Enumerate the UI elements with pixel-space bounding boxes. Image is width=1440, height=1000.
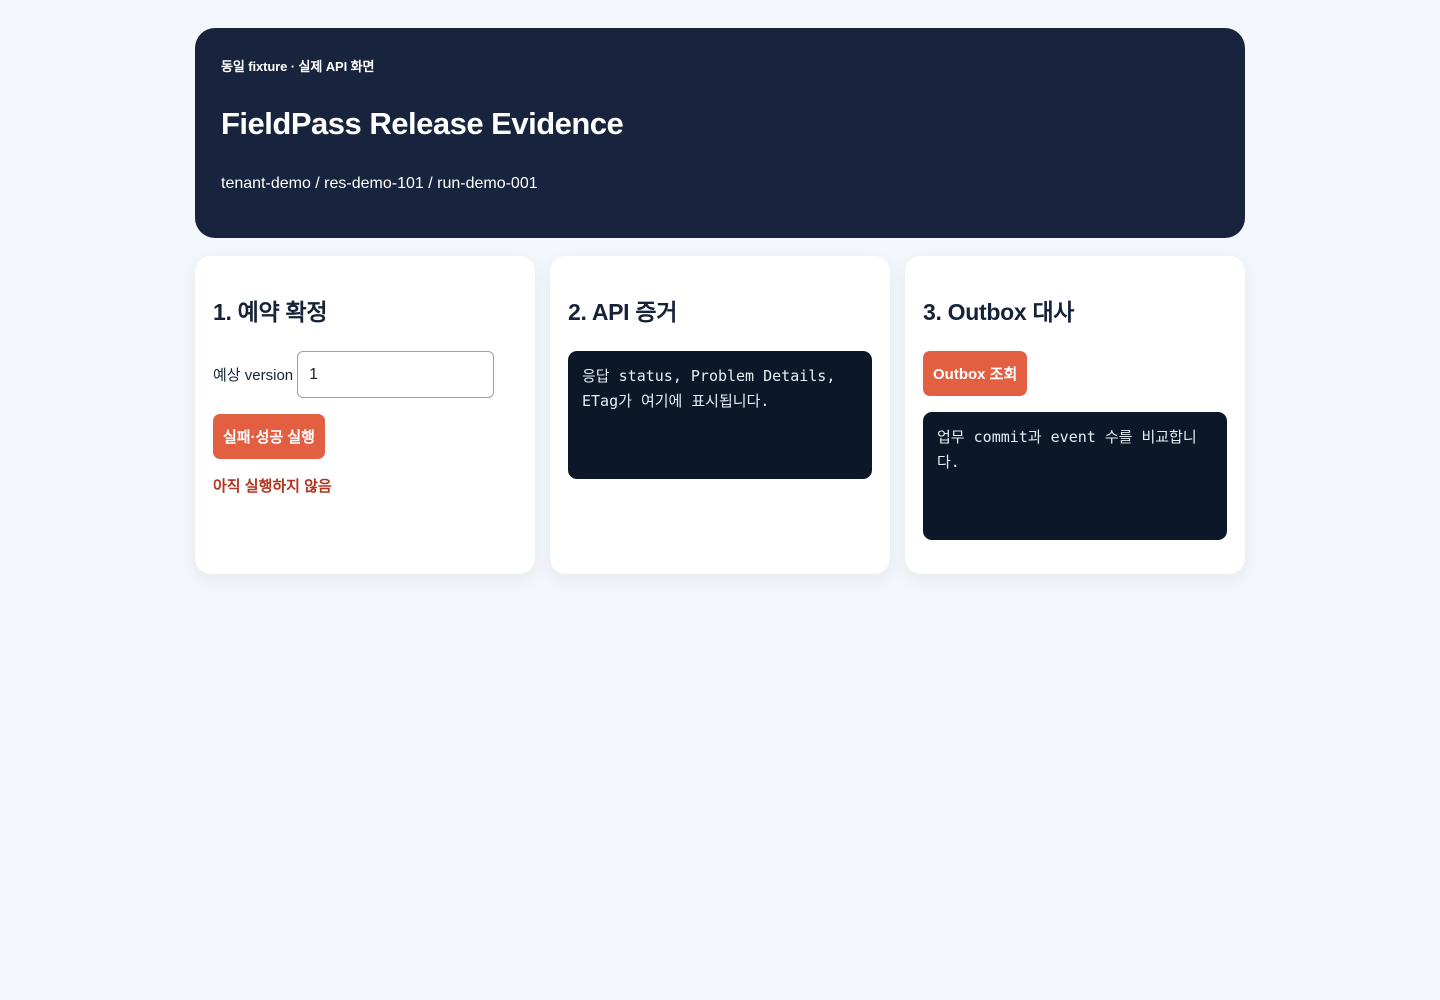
run-failure-success-button[interactable]: 실패·성공 실행: [213, 414, 325, 459]
page-title: FieldPass Release Evidence: [221, 106, 624, 141]
outbox-reconciliation-card: 3. Outbox 대사 Outbox 조회 업무 commit과 event …: [905, 256, 1245, 574]
reservation-card: 1. 예약 확정 예상 version 실패·성공 실행 아직 실행하지 않음: [195, 256, 535, 574]
expected-version-label: 예상 version: [213, 367, 294, 384]
api-response-output: 응답 status, Problem Details, ETag가 여기에 표시…: [568, 351, 872, 479]
evidence-cards: 1. 예약 확정 예상 version 실패·성공 실행 아직 실행하지 않음 …: [195, 256, 1245, 574]
release-header: 동일 fixture · 실제 API 화면 FieldPass Release…: [195, 28, 1245, 238]
reservation-card-title: 1. 예약 확정: [213, 299, 328, 325]
outbox-query-button[interactable]: Outbox 조회: [923, 351, 1028, 396]
run-status: 아직 실행하지 않음: [213, 478, 332, 495]
page-container: 동일 fixture · 실제 API 화면 FieldPass Release…: [195, 28, 1245, 574]
outbox-output: 업무 commit과 event 수를 비교합니다.: [923, 412, 1227, 540]
api-evidence-card: 2. API 증거 응답 status, Problem Details, ET…: [550, 256, 890, 574]
expected-version-input[interactable]: [297, 351, 495, 398]
header-eyebrow: 동일 fixture · 실제 API 화면: [221, 59, 375, 74]
context-path: tenant-demo / res-demo-101 / run-demo-00…: [221, 175, 538, 192]
outbox-card-title: 3. Outbox 대사: [923, 299, 1075, 325]
expected-version-row: 예상 version: [213, 351, 517, 398]
api-evidence-title: 2. API 증거: [568, 299, 678, 325]
